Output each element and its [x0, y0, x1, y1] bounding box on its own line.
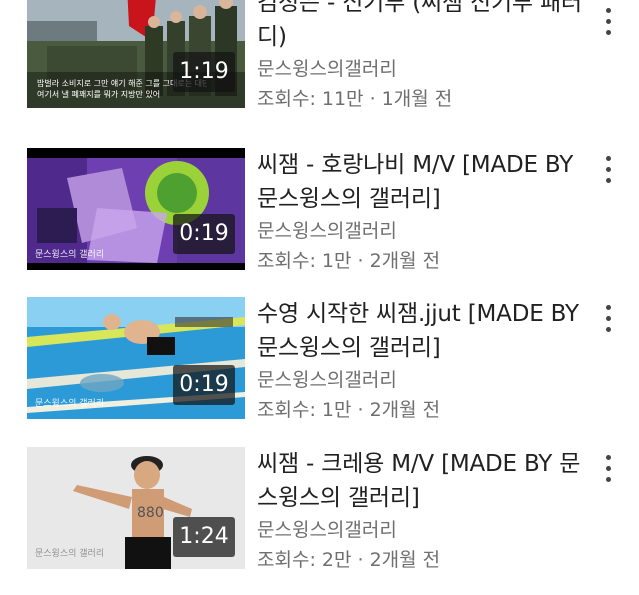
- video-title[interactable]: 씨잼 - 호랑나비 M/V [MADE BY 문스윙스의 갤러리]: [257, 148, 592, 216]
- video-item-2[interactable]: 문스윙스의 갤러리 0:19 씨잼 - 호랑나비 M/V [MADE BY 문스…: [0, 148, 639, 276]
- channel-name: 문스윙스의갤러리: [257, 58, 397, 80]
- video-meta[interactable]: 씨잼 - 크레용 M/V [MADE BY 문스윙스의 갤러리] 문스윙스의갤러…: [257, 447, 592, 575]
- video-thumbnail[interactable]: 문스윙스의 갤러리 0:19: [27, 297, 245, 419]
- video-item-1[interactable]: 밥벌라 소비지로 그만 얘기 해준 그를 그대로는 대단 삶을 모습 여기서 낼…: [0, 0, 639, 114]
- channel-name: 문스윙스의갤러리: [257, 369, 397, 391]
- more-vert-icon[interactable]: [598, 4, 618, 40]
- video-thumbnail[interactable]: 880 문스윙스의 갤러리 1:24: [27, 447, 245, 569]
- svg-text:880: 880: [137, 505, 164, 521]
- video-item-4[interactable]: 880 문스윙스의 갤러리 1:24 씨잼 - 크레용 M/V [MADE BY…: [0, 447, 639, 575]
- video-list: 밥벌라 소비지로 그만 얘기 해준 그를 그대로는 대단 삶을 모습 여기서 낼…: [0, 0, 639, 595]
- video-stats: 조회수: 2만 · 2개월 전: [257, 549, 441, 571]
- video-stats: 조회수: 1만 · 2개월 전: [257, 399, 441, 421]
- video-item-3[interactable]: 문스윙스의 갤러리 0:19 수영 시작한 씨잼.jjut [MADE BY 문…: [0, 297, 639, 425]
- video-thumbnail[interactable]: 밥벌라 소비지로 그만 얘기 해준 그를 그대로는 대단 삶을 모습 여기서 낼…: [27, 0, 245, 108]
- video-title[interactable]: 씨잼 - 크레용 M/V [MADE BY 문스윙스의 갤러리]: [257, 447, 592, 515]
- video-meta[interactable]: 수영 시작한 씨잼.jjut [MADE BY 문스윙스의 갤러리] 문스윙스의…: [257, 297, 592, 425]
- video-title[interactable]: 수영 시작한 씨잼.jjut [MADE BY 문스윙스의 갤러리]: [257, 297, 592, 365]
- more-vert-icon[interactable]: [598, 301, 618, 337]
- thumbnail-watermark: 문스윙스의 갤러리: [35, 250, 105, 260]
- thumbnail-watermark: 문스윙스의 갤러리: [35, 549, 105, 559]
- duration-badge: 1:19: [173, 52, 235, 92]
- video-title[interactable]: 김정은 - 신기루 (씨잼 신기루 패러디): [257, 0, 592, 54]
- video-meta[interactable]: 김정은 - 신기루 (씨잼 신기루 패러디) 문스윙스의갤러리 조회수: 11만…: [257, 0, 592, 114]
- video-meta[interactable]: 씨잼 - 호랑나비 M/V [MADE BY 문스윙스의 갤러리] 문스윙스의갤…: [257, 148, 592, 276]
- duration-badge: 0:19: [173, 365, 235, 405]
- video-thumbnail[interactable]: 문스윙스의 갤러리 0:19: [27, 148, 245, 270]
- duration-badge: 1:24: [173, 517, 235, 557]
- more-vert-icon[interactable]: [598, 152, 618, 188]
- duration-badge: 0:19: [173, 214, 235, 254]
- channel-name: 문스윙스의갤러리: [257, 519, 397, 541]
- video-stats: 조회수: 11만 · 1개월 전: [257, 88, 453, 110]
- channel-name: 문스윙스의갤러리: [257, 220, 397, 242]
- more-vert-icon[interactable]: [598, 451, 618, 487]
- video-stats: 조회수: 1만 · 2개월 전: [257, 250, 441, 272]
- thumbnail-watermark: 문스윙스의 갤러리: [35, 399, 105, 409]
